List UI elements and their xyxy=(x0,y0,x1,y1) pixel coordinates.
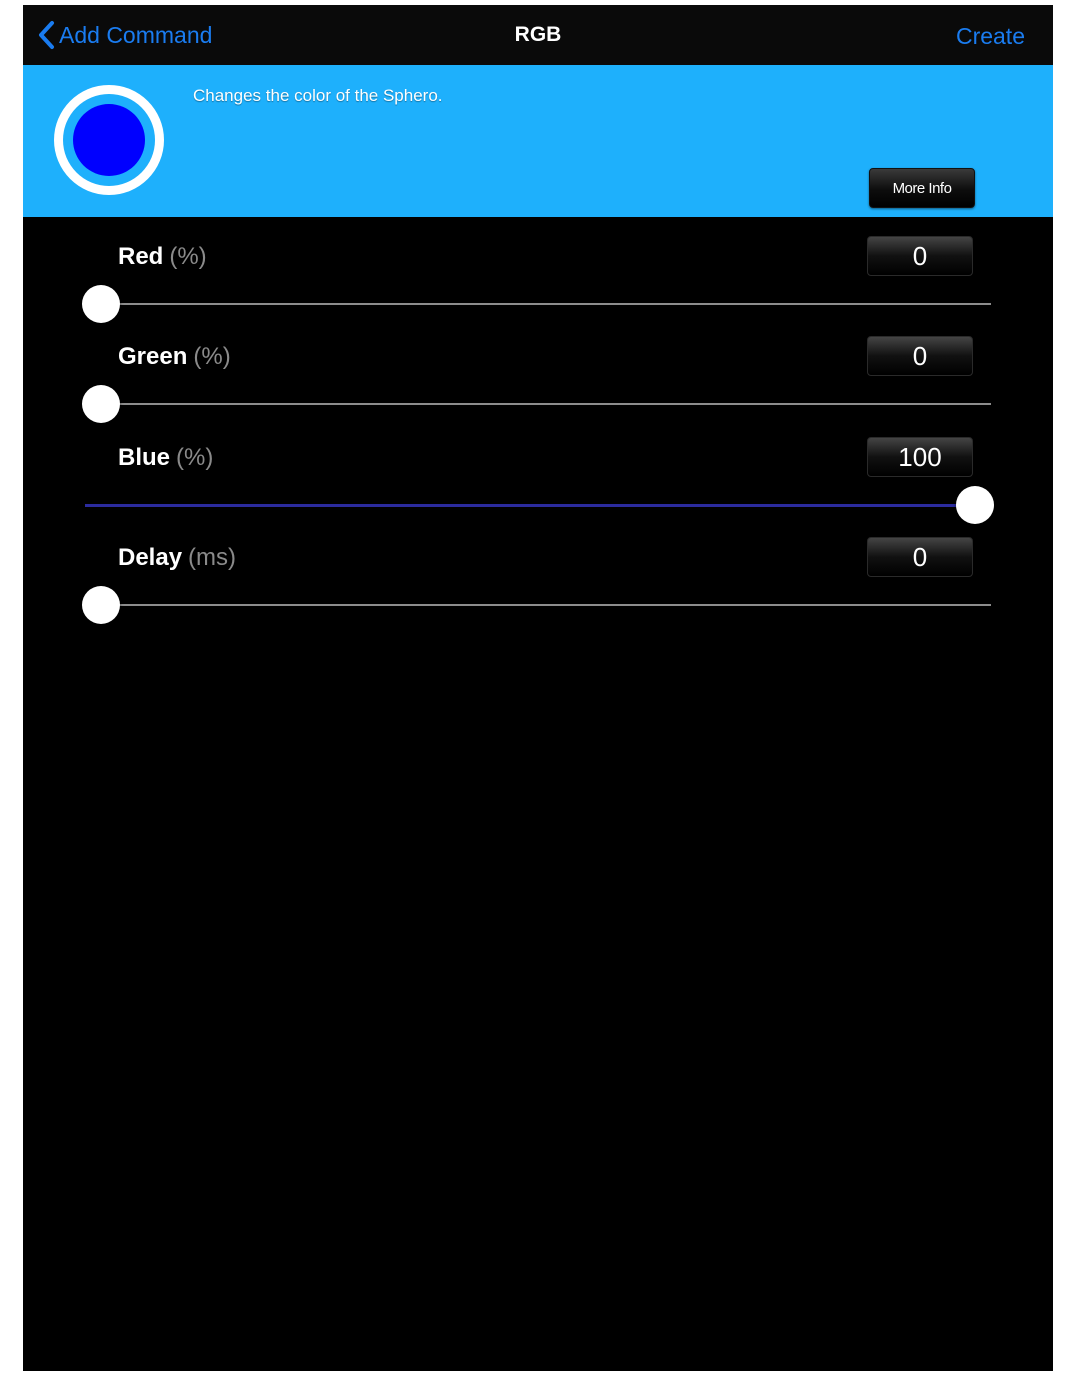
create-button[interactable]: Create xyxy=(956,23,1025,50)
delay-value-field[interactable]: 0 xyxy=(867,537,973,577)
control-name: Green xyxy=(118,343,188,370)
sphere-color-icon xyxy=(54,85,164,195)
control-name: Delay xyxy=(118,544,183,571)
red-value-field[interactable]: 0 xyxy=(867,236,973,276)
blue-control: Blue (%) 100 xyxy=(23,434,1053,534)
control-unit: (%) xyxy=(176,444,214,471)
slider-track xyxy=(85,604,991,606)
green-value-field[interactable]: 0 xyxy=(867,336,973,376)
slider-track xyxy=(85,303,991,305)
slider-thumb[interactable] xyxy=(82,385,120,423)
control-unit: (%) xyxy=(193,343,231,370)
control-label: Blue (%) xyxy=(118,444,213,472)
slider-fill xyxy=(85,504,975,507)
blue-value-field[interactable]: 100 xyxy=(867,437,973,477)
control-name: Red xyxy=(118,243,164,270)
control-unit: (ms) xyxy=(188,544,237,571)
delay-control: Delay (ms) 0 xyxy=(23,534,1053,634)
control-label: Delay (ms) xyxy=(118,544,236,572)
slider-thumb[interactable] xyxy=(82,586,120,624)
control-unit: (%) xyxy=(169,243,207,270)
control-label: Red (%) xyxy=(118,243,207,271)
rgb-command-screen: Add Command RGB Create Changes the color… xyxy=(23,5,1053,1371)
red-control: Red (%) 0 xyxy=(23,233,1053,333)
slider-thumb[interactable] xyxy=(82,285,120,323)
green-control: Green (%) 0 xyxy=(23,333,1053,433)
command-info-banner: Changes the color of the Sphero. More In… xyxy=(23,65,1053,217)
slider-thumb[interactable] xyxy=(956,486,994,524)
slider-track xyxy=(85,403,991,405)
page-title: RGB xyxy=(514,23,562,46)
control-label: Green (%) xyxy=(118,343,231,371)
navigation-bar: Add Command RGB Create xyxy=(23,5,1053,65)
more-info-button[interactable]: More Info xyxy=(869,168,975,208)
command-description: Changes the color of the Sphero. xyxy=(193,86,443,105)
control-name: Blue xyxy=(118,444,171,471)
